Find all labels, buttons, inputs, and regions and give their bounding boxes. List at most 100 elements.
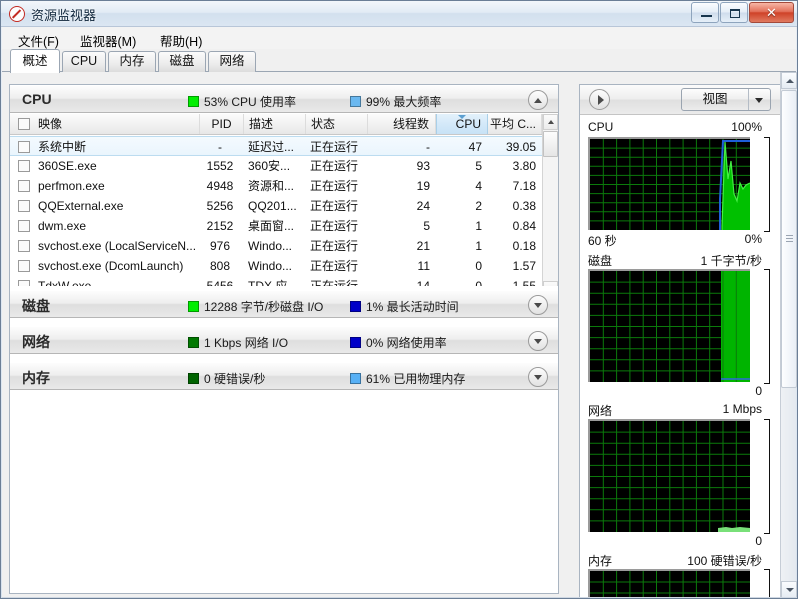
cell-avg-cpu: 0.38 — [512, 199, 536, 213]
select-all-checkbox[interactable] — [18, 118, 30, 130]
section-title-memory: 内存 — [22, 370, 50, 386]
section-header-cpu[interactable]: CPU 53% CPU 使用率 99% 最大频率 — [10, 85, 558, 113]
cell-threads: 93 — [416, 159, 430, 173]
window-controls: ✕ — [690, 2, 794, 23]
overview-right-pane: 视图 CPU 100% 60 秒 0% 磁盘 1 千字节/秒 0 网络 1 Mb… — [579, 84, 781, 598]
table-row[interactable]: TdxW.exe 5456 TDX 应... 正在运行 14 0 1.55 — [10, 276, 558, 286]
table-row[interactable]: QQExternal.exe 5256 QQ201... 正在运行 24 2 0… — [10, 196, 558, 216]
menu-help[interactable]: 帮助(H) — [154, 30, 208, 51]
section-header-disk[interactable]: 磁盘 12288 字节/秒磁盘 I/O 1% 最长活动时间 — [10, 290, 558, 318]
column-header-threads[interactable]: 线程数 — [368, 114, 436, 134]
graph-memory-label: 内存 — [588, 554, 613, 568]
graph-cpu: CPU 100% 60 秒 0% — [580, 118, 780, 250]
table-row[interactable]: svchost.exe (DcomLaunch) 808 Windo... 正在… — [10, 256, 558, 276]
section-title-cpu: CPU — [22, 91, 52, 107]
row-checkbox[interactable] — [18, 180, 30, 192]
graph-network-max: 1 Mbps — [722, 402, 762, 416]
panel-scroll-up-button[interactable] — [781, 72, 797, 89]
table-row[interactable]: svchost.exe (LocalServiceN... 976 Windo.… — [10, 236, 558, 256]
tab-disk[interactable]: 磁盘 — [158, 51, 206, 72]
process-table-header: 映像 PID 描述 状态 线程数 CPU 平均 C... — [10, 114, 558, 135]
row-checkbox[interactable] — [18, 260, 30, 272]
scroll-up-button[interactable] — [543, 114, 558, 130]
cell-pid: 808 — [209, 259, 231, 273]
panel-scroll-thumb[interactable] — [781, 90, 797, 388]
memory-used-swatch — [350, 373, 361, 384]
table-row[interactable]: 360SE.exe 1552 360安... 正在运行 93 5 3.80 — [10, 156, 558, 176]
cell-threads: 5 — [423, 219, 430, 233]
network-io-swatch — [188, 337, 199, 348]
table-row[interactable]: dwm.exe 2152 桌面窗... 正在运行 5 1 0.84 — [10, 216, 558, 236]
section-title-network: 网络 — [22, 334, 50, 350]
tab-cpu[interactable]: CPU — [62, 51, 106, 72]
table-row[interactable]: perfmon.exe 4948 资源和... 正在运行 19 4 7.18 — [10, 176, 558, 196]
memory-faults-stat-text: 0 硬错误/秒 — [204, 372, 266, 386]
memory-faults-swatch — [188, 373, 199, 384]
column-header-status[interactable]: 状态 — [306, 114, 368, 134]
row-checkbox[interactable] — [18, 220, 30, 232]
resource-monitor-icon — [9, 6, 25, 22]
row-checkbox[interactable] — [18, 141, 30, 153]
menu-monitor[interactable]: 监视器(M) — [74, 30, 142, 51]
cell-status: 正在运行 — [310, 159, 359, 173]
overview-left-pane: CPU 53% CPU 使用率 99% 最大频率 映像 PID 描述 状态 线程… — [9, 84, 559, 594]
column-header-cpu[interactable]: CPU — [436, 114, 488, 134]
cell-image: QQExternal.exe — [38, 199, 124, 213]
memory-faults-stat: 0 硬错误/秒 — [188, 370, 265, 387]
view-dropdown-button[interactable]: 视图 — [681, 88, 771, 111]
graph-memory: 内存 100 硬错误/秒 — [580, 550, 780, 598]
expand-memory-chevron-down-icon[interactable] — [528, 367, 548, 387]
minimize-button[interactable] — [691, 2, 719, 23]
content-area: CPU 53% CPU 使用率 99% 最大频率 映像 PID 描述 状态 线程… — [2, 72, 796, 598]
cell-pid: 4948 — [206, 179, 234, 193]
cell-image: TdxW.exe — [38, 279, 92, 286]
cell-status: 正在运行 — [310, 140, 359, 154]
graph-disk-max: 1 千字节/秒 — [700, 254, 762, 268]
close-button[interactable]: ✕ — [749, 2, 794, 23]
cell-image: 360SE.exe — [38, 159, 97, 173]
column-header-avg-cpu[interactable]: 平均 C... — [488, 114, 542, 134]
cell-avg-cpu: 39.05 — [505, 140, 536, 154]
graph-network-bracket — [764, 419, 770, 534]
tab-overview[interactable]: 概述 — [10, 49, 60, 73]
menu-file[interactable]: 文件(F) — [12, 30, 65, 51]
table-row[interactable]: 系统中断 - 延迟过... 正在运行 - 47 39.05 — [10, 136, 558, 156]
network-io-stat-text: 1 Kbps 网络 I/O — [204, 336, 289, 350]
cell-desc: Windo... — [248, 259, 293, 273]
view-dropdown-chevron-down-icon[interactable] — [748, 89, 770, 110]
cell-threads: 11 — [417, 259, 430, 273]
expand-network-chevron-down-icon[interactable] — [528, 331, 548, 351]
cell-avg-cpu: 7.18 — [512, 179, 536, 193]
tab-memory[interactable]: 内存 — [108, 51, 156, 72]
cell-cpu: 1 — [475, 239, 482, 253]
maximize-button[interactable] — [720, 2, 748, 23]
column-header-image[interactable]: 映像 — [34, 114, 200, 134]
scroll-thumb[interactable] — [543, 131, 558, 157]
graph-network-min: 0 — [755, 534, 762, 548]
scroll-down-button[interactable] — [543, 281, 558, 286]
graph-cpu-label: CPU — [588, 120, 614, 134]
column-header-pid[interactable]: PID — [200, 114, 244, 134]
collapse-graph-panel-chevron-right-icon[interactable] — [589, 89, 610, 110]
section-header-memory[interactable]: 内存 0 硬错误/秒 61% 已用物理内存 — [10, 362, 558, 390]
graph-memory-bracket — [764, 569, 770, 598]
cell-pid: 2152 — [206, 219, 234, 233]
column-header-desc[interactable]: 描述 — [244, 114, 306, 134]
row-checkbox[interactable] — [18, 240, 30, 252]
right-panel-scrollbar[interactable] — [780, 72, 797, 598]
cpu-frequency-stat: 99% 最大频率 — [350, 93, 441, 110]
process-table-scrollbar[interactable] — [542, 114, 558, 286]
cell-status: 正在运行 — [310, 259, 359, 273]
graph-memory-canvas — [588, 569, 750, 598]
tab-network[interactable]: 网络 — [208, 51, 256, 72]
cell-threads: 24 — [416, 199, 430, 213]
cell-avg-cpu: 1.55 — [512, 279, 536, 286]
cell-status: 正在运行 — [310, 179, 359, 193]
collapse-cpu-chevron-up-icon[interactable] — [528, 90, 548, 110]
expand-disk-chevron-down-icon[interactable] — [528, 295, 548, 315]
row-checkbox[interactable] — [18, 160, 30, 172]
section-header-network[interactable]: 网络 1 Kbps 网络 I/O 0% 网络使用率 — [10, 326, 558, 354]
row-checkbox[interactable] — [18, 280, 30, 286]
row-checkbox[interactable] — [18, 200, 30, 212]
panel-scroll-down-button[interactable] — [781, 581, 797, 598]
